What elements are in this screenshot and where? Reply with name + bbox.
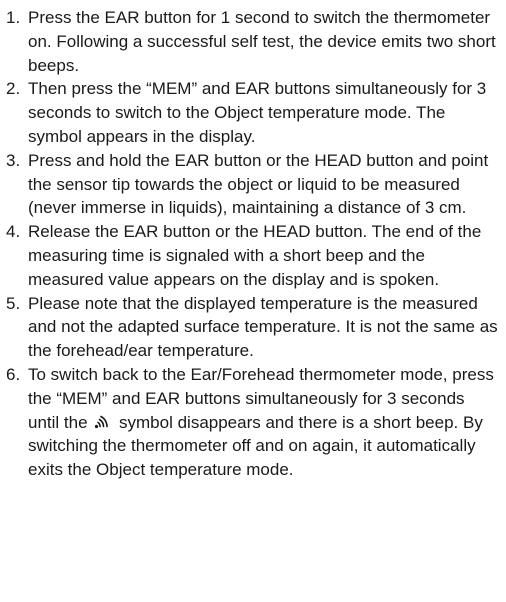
step-number: 5. [6, 293, 21, 313]
step-item-1: 1. Press the EAR button for 1 second to … [6, 6, 500, 77]
step-item-6: 6. To switch back to the Ear/Forehead th… [6, 363, 500, 482]
step-number: 4. [6, 222, 21, 242]
step-number: 1. [6, 8, 21, 27]
step-item-3: 3. Press and hold the EAR button or the … [6, 149, 500, 220]
step-item-2: 2. Then press the “MEM” and EAR buttons … [6, 77, 500, 148]
step-text: Then press the “MEM” and EAR buttons sim… [28, 79, 487, 146]
step-number: 6. [6, 364, 21, 384]
step-text: Please note that the displayed temperatu… [28, 293, 498, 361]
step-number: 2. [6, 79, 21, 99]
step-item-4: 4. Release the EAR button or the HEAD bu… [6, 220, 500, 291]
step-text: Release the EAR button or the HEAD butto… [28, 222, 482, 289]
step-text: Press the EAR button for 1 second to swi… [28, 8, 496, 75]
step-item-5: 5. Please note that the displayed temper… [6, 292, 500, 363]
instruction-page: 1. Press the EAR button for 1 second to … [0, 0, 506, 602]
step-number: 3. [6, 150, 21, 170]
object-mode-symbol-icon [93, 413, 113, 430]
instruction-steps-list: 1. Press the EAR button for 1 second to … [6, 6, 500, 482]
step-text: To switch back to the Ear/Forehead therm… [28, 363, 500, 482]
step-text: Press and hold the EAR button or the HEA… [28, 150, 489, 218]
